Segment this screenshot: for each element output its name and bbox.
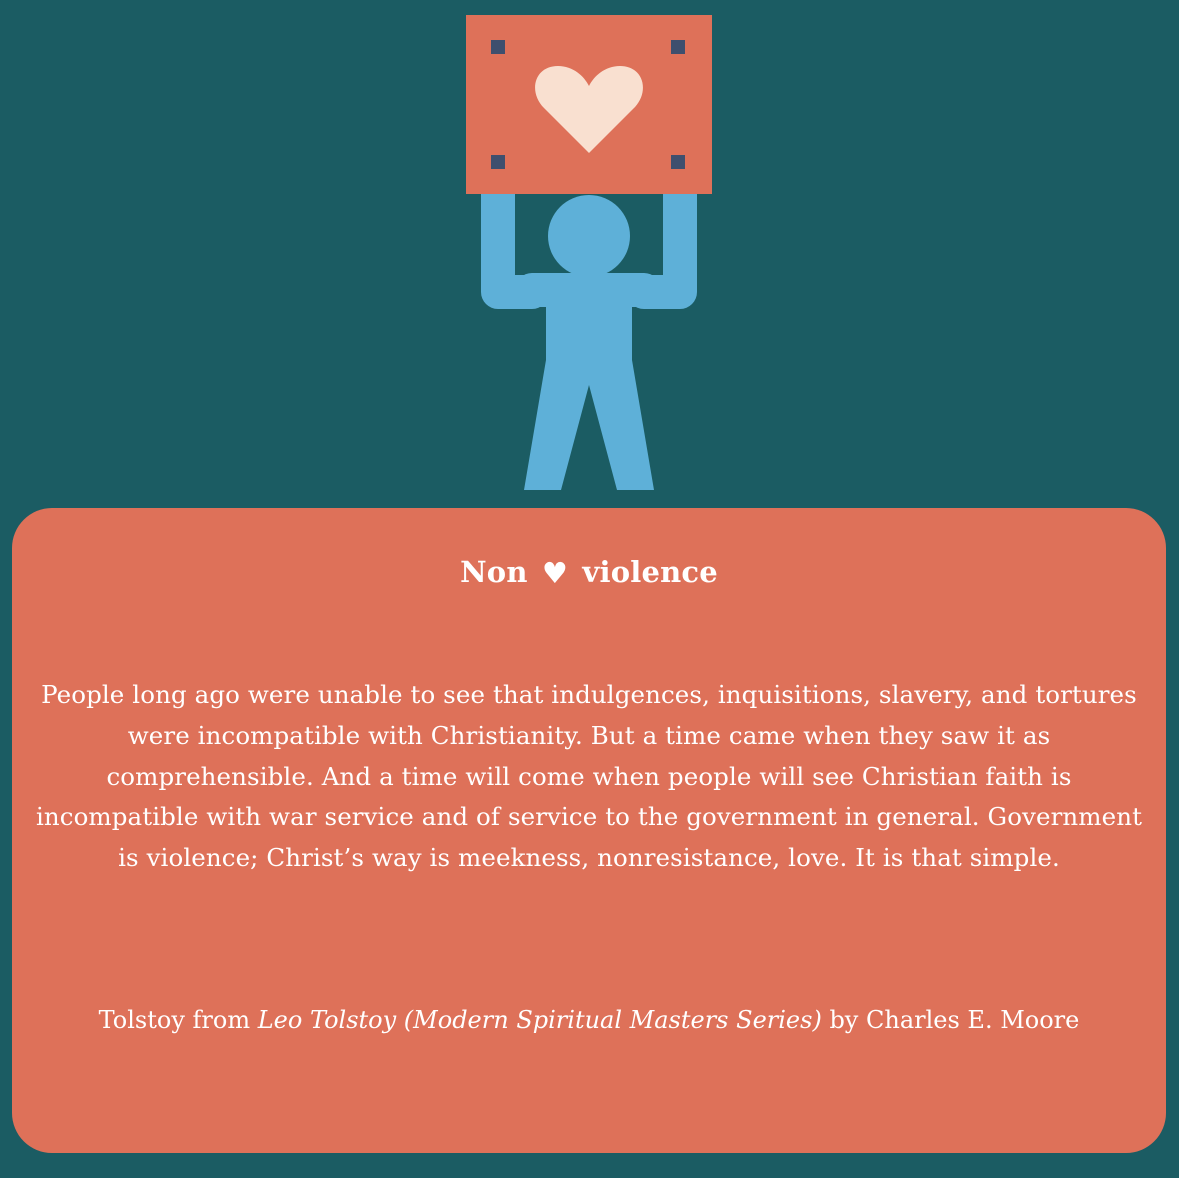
heart-icon: ♥	[541, 556, 569, 590]
person-head	[548, 195, 630, 277]
sign-corner-icon	[491, 40, 505, 54]
quote-card: Non ♥ violence People long ago were unab…	[12, 508, 1166, 1153]
attribution-book-title: Leo Tolstoy (Modern Spiritual Masters Se…	[257, 1006, 822, 1034]
sign-corner-icon	[491, 155, 505, 169]
protester-illustration	[466, 15, 712, 490]
attribution: Tolstoy from Leo Tolstoy (Modern Spiritu…	[12, 1003, 1166, 1037]
title-word-right: violence	[582, 555, 718, 589]
attribution-prefix: Tolstoy from	[98, 1006, 258, 1034]
sign-corner-icon	[671, 155, 685, 169]
quote-text: People long ago were unable to see that …	[35, 680, 1143, 873]
person-body	[524, 286, 654, 490]
person-icon	[481, 173, 697, 490]
title-word-left: Non	[460, 555, 528, 589]
attribution-suffix: by Charles E. Moore	[821, 1006, 1080, 1034]
sign-icon	[466, 15, 712, 194]
sign-corner-icon	[671, 40, 685, 54]
card-title: Non ♥ violence	[12, 554, 1166, 591]
